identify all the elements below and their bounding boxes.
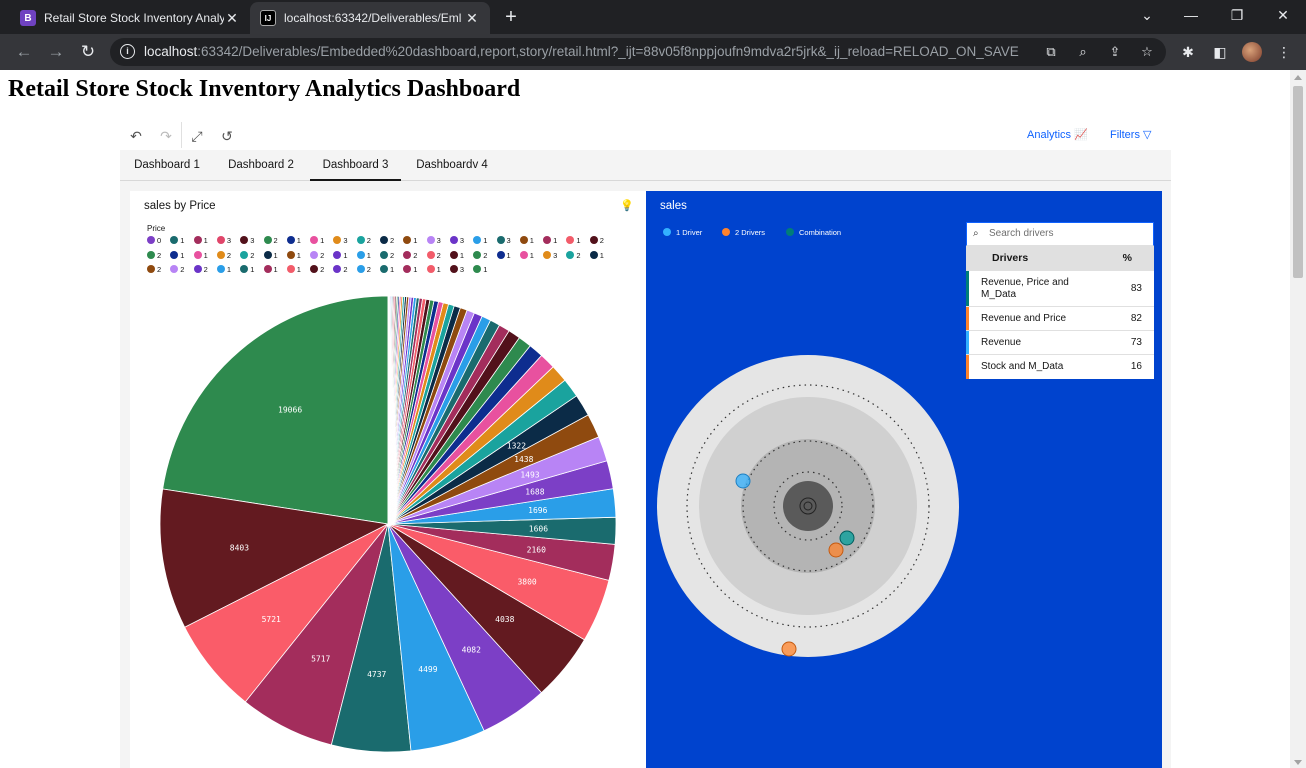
scroll-down-icon[interactable]	[1294, 760, 1302, 765]
reset-icon[interactable]: ↺	[218, 127, 236, 145]
driver-name: Stock and M_Data	[981, 361, 1064, 372]
analytics-button[interactable]: Analytics 📈	[1027, 128, 1088, 141]
browser-tab-localhost[interactable]: IJ localhost:63342/Deliverables/Eml ✕	[250, 2, 490, 34]
dashboard-tabs: Dashboard 1 Dashboard 2 Dashboard 3 Dash…	[120, 150, 1171, 181]
embedded-dashboard: ↶ ↷ ⤢ ↺ Analytics 📈 Filters ▽ Dashboard …	[120, 120, 1171, 768]
page-scrollbar[interactable]	[1290, 70, 1306, 768]
tab-dashboardv-4[interactable]: Dashboardv 4	[408, 150, 496, 181]
driver-node-revenue-price[interactable]	[828, 542, 844, 558]
star-icon[interactable]: ☆	[1138, 43, 1156, 61]
row-color-bar	[966, 331, 969, 354]
bootstrap-favicon-icon: B	[20, 10, 36, 26]
new-tab-button[interactable]: +	[500, 6, 522, 28]
slice-label: 4082	[462, 645, 481, 654]
driver-percent: 73	[1130, 337, 1142, 348]
pie-slice[interactable]	[162, 295, 389, 525]
url-text[interactable]: localhost:63342/Deliverables/Embedded%20…	[144, 44, 1034, 59]
close-tab-icon[interactable]: ✕	[464, 10, 480, 27]
chart-line-icon: 📈	[1074, 129, 1088, 141]
sales-driver-panel: sales 1 Driver 2 Drivers Combination ⌕ S…	[646, 191, 1162, 768]
column-percent[interactable]: %	[1123, 252, 1132, 264]
search-drivers-input[interactable]: ⌕ Search drivers	[966, 222, 1154, 246]
driver-percent: 82	[1130, 313, 1142, 324]
slice-label: 8403	[230, 544, 249, 553]
filters-button[interactable]: Filters ▽	[1110, 128, 1151, 141]
toolbar-divider	[181, 122, 182, 148]
reload-icon[interactable]: ↻	[76, 40, 100, 64]
expand-icon[interactable]: ⤢	[188, 127, 206, 145]
close-tab-icon[interactable]: ✕	[224, 10, 240, 27]
driver-percent: 83	[1130, 283, 1142, 294]
intellij-favicon-icon: IJ	[260, 10, 276, 26]
center-core	[783, 481, 833, 531]
table-row[interactable]: Stock and M_Data 16	[966, 355, 1154, 379]
driver-node-revenue[interactable]	[735, 473, 751, 489]
slice-label: 4038	[495, 615, 514, 624]
tab-dashboard-3[interactable]: Dashboard 3	[310, 150, 401, 181]
slice-label: 3800	[517, 577, 536, 586]
slice-label: 4737	[367, 670, 386, 679]
slice-label: 2160	[527, 545, 546, 554]
puzzle-icon[interactable]: ✱	[1178, 42, 1198, 62]
back-icon[interactable]: ←	[12, 40, 36, 64]
sales-by-price-panel: sales by Price 💡 Price 01133211322133131…	[130, 191, 646, 768]
zoom-icon[interactable]: ⌕	[1074, 43, 1092, 61]
slice-label: 1322	[507, 442, 526, 451]
driver-name: Revenue and Price	[981, 313, 1067, 324]
scroll-thumb[interactable]	[1293, 86, 1303, 278]
restore-icon[interactable]: ❐	[1222, 4, 1252, 26]
driver-node-revenue-price-mdata[interactable]	[839, 530, 855, 546]
browser-tab-strip: B Retail Store Stock Inventory Analy ✕ I…	[0, 0, 1306, 34]
pie-chart: 19066 8403 5721 5717 4737 4499 4082 4038 3800 216…	[159, 295, 617, 753]
page-title: Retail Store Stock Inventory Analytics D…	[8, 76, 521, 102]
tab-dashboard-2[interactable]: Dashboard 2	[220, 150, 302, 181]
address-bar[interactable]: i localhost:63342/Deliverables/Embedded%…	[110, 38, 1166, 66]
undo-icon[interactable]: ↶	[127, 127, 145, 145]
browser-tab-retail[interactable]: B Retail Store Stock Inventory Analy ✕	[10, 2, 250, 34]
redo-icon[interactable]: ↷	[157, 127, 175, 145]
translate-icon[interactable]: ⧉	[1042, 43, 1060, 61]
driver-node-stock-mdata[interactable]	[781, 641, 797, 657]
slice-label: 1696	[528, 506, 547, 515]
slice-label: 1493	[520, 470, 539, 479]
driver-name: Revenue, Price and M_Data	[981, 277, 1069, 300]
slice-label: 5717	[311, 655, 330, 664]
slice-label: 1438	[514, 455, 533, 464]
forward-icon[interactable]: →	[44, 40, 68, 64]
browser-toolbar: ← → ↻ i localhost:63342/Deliverables/Emb…	[0, 34, 1306, 70]
column-drivers[interactable]: Drivers	[992, 252, 1028, 264]
row-color-bar	[966, 355, 969, 379]
driver-name: Revenue	[981, 337, 1022, 348]
row-color-bar	[966, 307, 969, 330]
close-window-icon[interactable]: ✕	[1268, 4, 1298, 26]
page-viewport: Retail Store Stock Inventory Analytics D…	[0, 70, 1290, 768]
slice-label: 4499	[418, 665, 437, 674]
tab-dashboard-1[interactable]: Dashboard 1	[126, 150, 208, 181]
sidebar-icon[interactable]: ◧	[1210, 42, 1230, 62]
driver-percent: 16	[1130, 361, 1142, 372]
table-row[interactable]: Revenue 73	[966, 331, 1154, 355]
slice-label: 1688	[525, 487, 544, 496]
info-icon[interactable]: i	[120, 44, 135, 59]
tab-title: localhost:63342/Deliverables/Eml	[284, 11, 462, 25]
tab-search-icon[interactable]: ⌄	[1132, 4, 1162, 26]
drivers-table: ⌕ Search drivers Drivers % Revenue, Pric…	[966, 222, 1154, 379]
search-icon: ⌕	[973, 228, 979, 239]
scroll-up-icon[interactable]	[1294, 75, 1302, 80]
filter-icon: ▽	[1143, 129, 1152, 141]
slice-label: 1606	[529, 525, 548, 534]
dashboard-toolbar: ↶ ↷ ⤢ ↺ Analytics 📈 Filters ▽	[120, 120, 1171, 150]
kebab-icon[interactable]: ⋮	[1274, 42, 1294, 62]
row-color-bar	[966, 271, 969, 306]
avatar[interactable]	[1242, 42, 1262, 62]
tab-title: Retail Store Stock Inventory Analy	[44, 11, 224, 25]
table-row[interactable]: Revenue, Price and M_Data 83	[966, 271, 1154, 307]
slice-label: 19066	[278, 406, 302, 415]
slice-label: 5721	[262, 615, 281, 624]
minimize-icon[interactable]: —	[1176, 4, 1206, 26]
drivers-table-header: Drivers %	[966, 246, 1154, 271]
table-row[interactable]: Revenue and Price 82	[966, 307, 1154, 331]
share-icon[interactable]: ⇪	[1106, 43, 1124, 61]
